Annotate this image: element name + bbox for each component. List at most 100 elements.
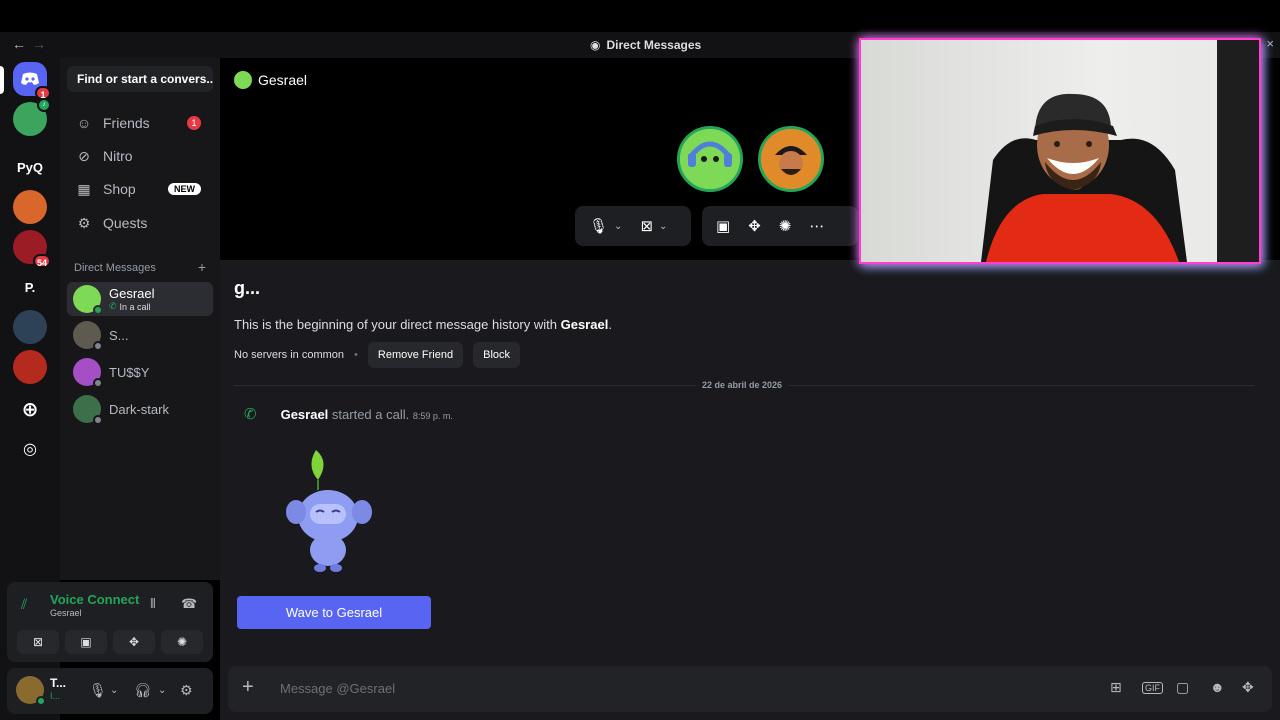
server-p[interactable]: P. (13, 270, 47, 304)
call-title: Gesrael (258, 72, 308, 88)
window-title: ◉ Direct Messages (590, 38, 701, 52)
forward-arrow-icon[interactable]: → (32, 36, 52, 52)
apps-icon[interactable]: ✥ (1242, 679, 1254, 696)
back-arrow-icon[interactable]: ← (12, 36, 32, 52)
dm-name: Dark-stark (109, 401, 169, 417)
dm-item-tussy[interactable]: TU$$Y (67, 355, 213, 389)
microphone-icon[interactable]: 🎙︎ (589, 217, 608, 235)
voice-connected-panel: ⫽ Voice Connected Gesrael ⦀ ☎ ⊠ ▣ ✥ ✺ (7, 582, 213, 662)
dm-item-gesrael[interactable]: Gesrael ✆ In a call (67, 282, 213, 316)
gif-icon[interactable]: GIF (1142, 682, 1163, 694)
sidebar-item-label: Quests (103, 215, 148, 231)
headphones-icon[interactable]: 🎧︎ (134, 682, 152, 699)
add-server-icon[interactable]: ⊕ (13, 392, 47, 426)
no-servers-text: No servers in common (234, 349, 345, 361)
sidebar-item-label: Nitro (103, 148, 133, 164)
friends-badge: 1 (187, 116, 201, 130)
call-header: Gesrael (234, 71, 307, 89)
sidebar-item-shop[interactable]: ▦ Shop NEW (67, 174, 213, 204)
camera-off-icon[interactable]: ⊠ (640, 217, 653, 235)
sidebar-item-quests[interactable]: ⚙ Quests (67, 208, 213, 238)
participant-illustration (680, 129, 740, 189)
call-message: ✆ Gesrael started a call. 8:59 p. m. (244, 405, 453, 423)
history-actions: No servers in common • Remove Friend Blo… (234, 342, 521, 368)
signal-icon: ⫽ (21, 596, 28, 612)
friends-icon: ☺ (76, 115, 92, 131)
streamer-webcam-image (981, 40, 1259, 262)
activities-icon[interactable]: ✥ (748, 217, 761, 235)
remove-friend-button[interactable]: Remove Friend (367, 342, 464, 368)
voice-status-title[interactable]: Voice Connected (50, 592, 140, 607)
call-controls-actions: ▣ ✥ ✺ ⋯ (702, 206, 858, 246)
activities-button[interactable]: ✥ (113, 630, 155, 654)
server-avatar-orange[interactable] (13, 190, 47, 224)
search-input[interactable]: Find or start a convers... (67, 66, 213, 92)
wave-button[interactable]: Wave to Gesrael (237, 596, 431, 629)
avatar (73, 285, 103, 315)
avatar (73, 321, 103, 351)
screen-share-icon[interactable]: ▣ (716, 217, 730, 235)
gift-icon[interactable]: ⊞ (1110, 679, 1122, 696)
discover-compass-icon[interactable]: ◎ (13, 432, 47, 466)
call-participant-avatar[interactable] (758, 126, 824, 192)
message-input[interactable]: Message @Gesrael (280, 681, 395, 696)
microphone-icon[interactable]: 🎙︎ (89, 682, 107, 699)
username: T... (50, 676, 67, 690)
dm-item-s[interactable]: S... (67, 318, 213, 352)
camera-off-button[interactable]: ⊠ (17, 630, 59, 654)
phone-icon: ✆ (109, 301, 117, 311)
call-message-text: Gesrael started a call. 8:59 p. m. (280, 406, 453, 422)
emoji-icon[interactable]: ☻ (1210, 679, 1225, 695)
chevron-down-icon[interactable]: ⌄ (110, 685, 118, 696)
discord-logo-icon: ◉ (590, 38, 601, 52)
screen-share-button[interactable]: ▣ (65, 630, 107, 654)
sidebar-item-friends[interactable]: ☺ Friends 1 (67, 108, 213, 138)
more-options-icon[interactable]: ⋯ (809, 217, 824, 235)
message-composer: + Message @Gesrael ⊞ GIF ▢ ☻ ✥ (228, 666, 1272, 712)
avatar (234, 71, 252, 89)
shop-icon: ▦ (77, 180, 91, 197)
history-title: g... (234, 278, 260, 298)
disconnect-icon[interactable]: ☎ (181, 596, 197, 612)
gear-icon[interactable]: ⚙ (180, 682, 193, 699)
dm-item-dark-stark[interactable]: Dark-stark (67, 392, 213, 426)
history-nav: ←→ (12, 36, 52, 52)
new-tag: NEW (168, 183, 201, 195)
call-participant-avatar[interactable] (677, 126, 743, 192)
nitro-icon: ⊘ (78, 147, 90, 164)
chevron-down-icon[interactable]: ⌄ (614, 221, 622, 232)
discord-logo-icon (21, 72, 39, 85)
home-discord-icon[interactable]: 1 (13, 62, 51, 100)
chevron-down-icon[interactable]: ⌄ (659, 221, 667, 232)
sidebar-item-label: Friends (103, 115, 150, 131)
wumpus-wave-sticker (286, 450, 372, 572)
notification-badge: 54 (32, 254, 51, 268)
soundboard-icon[interactable]: ✺ (779, 217, 792, 235)
speaker-icon: ♪ (37, 98, 51, 112)
add-attachment-icon[interactable]: + (242, 676, 254, 699)
dm-name: TU$$Y (109, 364, 150, 380)
server-avatar-red[interactable]: 54 (13, 230, 51, 268)
window-title-text: Direct Messages (606, 38, 702, 52)
noise-suppression-icon[interactable]: ⦀ (150, 596, 156, 612)
dm-status: ✆ In a call (109, 301, 151, 312)
server-avatar-voice[interactable]: ♪ (13, 98, 51, 136)
dm-name: S... (109, 327, 129, 343)
screen-share-icon: ▣ (80, 635, 92, 649)
dm-header: Direct Messages + (74, 260, 206, 274)
avatar[interactable] (16, 676, 46, 706)
close-icon[interactable]: × (1266, 36, 1274, 51)
block-button[interactable]: Block (473, 342, 521, 368)
separator-dot: • (354, 349, 358, 361)
add-dm-icon[interactable]: + (198, 260, 206, 274)
server-pyq[interactable]: PyQ (13, 150, 47, 184)
soundboard-button[interactable]: ✺ (161, 630, 203, 654)
server-avatar-game[interactable] (13, 350, 47, 384)
chevron-down-icon[interactable]: ⌄ (158, 685, 166, 696)
date-divider-label: 22 de abril de 2026 (696, 380, 789, 390)
dm-sidebar: Find or start a convers... ☺ Friends 1 ⊘… (60, 58, 220, 580)
server-avatar-among[interactable] (13, 310, 47, 344)
sidebar-item-nitro[interactable]: ⊘ Nitro (67, 141, 213, 171)
sticker-icon[interactable]: ▢ (1176, 679, 1189, 696)
history-intro: This is the beginning of your direct mes… (234, 317, 612, 332)
